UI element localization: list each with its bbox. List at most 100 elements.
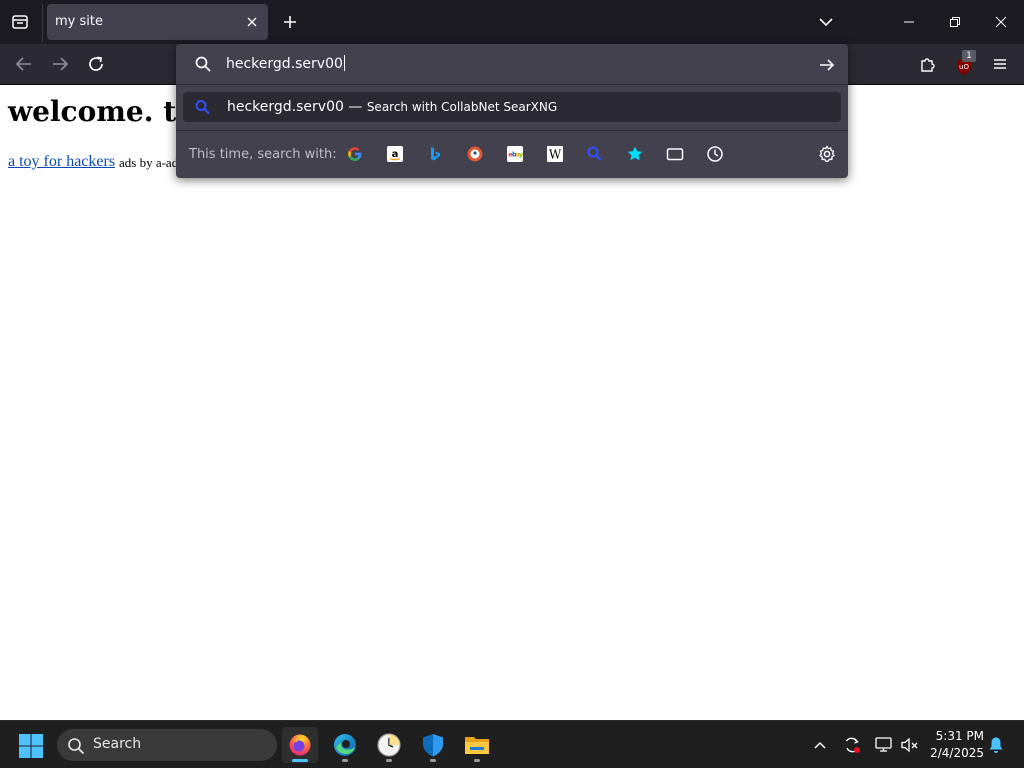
- suggestion-separator: —: [348, 99, 363, 115]
- web-page-content: welcome. thi a toy for hackers ads by a-…: [0, 85, 1024, 720]
- search-icon: [195, 56, 211, 72]
- running-indicator: [342, 759, 348, 762]
- taskbar-app-file-explorer[interactable]: [459, 727, 495, 763]
- go-button[interactable]: [816, 54, 838, 76]
- puzzle-piece-icon: [921, 58, 935, 72]
- engine-google-button[interactable]: [344, 144, 366, 164]
- clock-date[interactable]: 2/4/2025: [926, 746, 984, 760]
- toy-for-hackers-link[interactable]: a toy for hackers: [8, 153, 115, 171]
- engine-searxng-button[interactable]: [584, 144, 606, 164]
- svg-text:uO: uO: [959, 63, 969, 71]
- taskbar-search-placeholder: Search: [93, 736, 142, 752]
- gear-icon: [819, 145, 835, 162]
- back-button[interactable]: [10, 50, 38, 78]
- amazon-icon: a: [387, 146, 403, 162]
- bookmarks-search-button[interactable]: [624, 144, 646, 164]
- running-indicator: [386, 759, 392, 762]
- show-hidden-icons-button[interactable]: [810, 735, 830, 755]
- history-search-button[interactable]: [704, 144, 726, 164]
- chevron-up-icon: [814, 741, 826, 749]
- taskbar-app-defender[interactable]: [415, 727, 451, 763]
- start-button[interactable]: [18, 733, 44, 759]
- tab-strip: my site: [0, 0, 1024, 44]
- tab-close-button[interactable]: [243, 13, 261, 31]
- engine-bing-button[interactable]: [424, 144, 446, 164]
- star-icon: [627, 146, 643, 161]
- sync-tray-button[interactable]: [842, 735, 862, 755]
- search-suggestion-row[interactable]: heckergd.serv00 — Search with CollabNet …: [183, 92, 841, 122]
- list-all-tabs-button[interactable]: [814, 10, 838, 34]
- sync-icon: [845, 737, 860, 753]
- network-tray-button[interactable]: [874, 735, 894, 755]
- taskbar-app-firefox[interactable]: [282, 727, 318, 763]
- taskbar-app-clock[interactable]: [371, 727, 407, 763]
- extensions-button[interactable]: [914, 50, 942, 78]
- volume-tray-button[interactable]: [900, 735, 920, 755]
- taskbar-search-box[interactable]: Search: [57, 729, 277, 761]
- engine-duckduckgo-button[interactable]: [464, 144, 486, 164]
- go-arrow-icon: [820, 59, 835, 71]
- minimize-button[interactable]: [886, 6, 932, 38]
- extension-badge: 1: [962, 50, 976, 62]
- firefox-icon: [289, 734, 311, 756]
- engine-amazon-button[interactable]: a: [384, 144, 406, 164]
- engine-ebay-button[interactable]: e b a y: [504, 144, 526, 164]
- duckduckgo-icon: [467, 146, 483, 162]
- close-icon: [247, 17, 257, 27]
- tab-my-site[interactable]: my site: [47, 4, 268, 40]
- notifications-button[interactable]: [986, 735, 1006, 755]
- new-tab-button[interactable]: [278, 10, 302, 34]
- svg-text:W: W: [549, 148, 562, 162]
- text-caret: [343, 55, 345, 71]
- firefox-view-icon: [12, 15, 28, 29]
- taskbar-app-edge[interactable]: [327, 727, 363, 763]
- searxng-icon: [195, 100, 210, 115]
- restore-button[interactable]: [932, 6, 978, 38]
- restore-icon: [950, 17, 960, 27]
- history-icon: [707, 146, 723, 162]
- search-settings-button[interactable]: [816, 144, 838, 164]
- reload-icon: [89, 56, 103, 71]
- ads-text: ads by a-ad: [119, 155, 179, 170]
- bing-icon: [431, 147, 440, 161]
- clock-app-icon: [377, 733, 401, 757]
- defender-icon: [423, 734, 443, 757]
- searxng-icon: [587, 146, 602, 161]
- address-input[interactable]: heckergd.serv00: [226, 55, 345, 72]
- urlbar-input-row[interactable]: heckergd.serv00: [176, 44, 848, 84]
- tabs-icon: [666, 148, 684, 161]
- tab-separator: [42, 4, 43, 42]
- running-indicator: [430, 759, 436, 762]
- firefox-view-button[interactable]: [6, 8, 34, 36]
- volume-muted-icon: [901, 737, 918, 753]
- running-indicator: [474, 759, 480, 762]
- urlbar-dropdown: heckergd.serv00 heckergd.serv00 — Search…: [176, 44, 848, 178]
- engine-wikipedia-button[interactable]: W: [544, 144, 566, 164]
- forward-arrow-icon: [53, 57, 69, 71]
- windows-logo-icon: [19, 734, 43, 758]
- plus-icon: [284, 16, 296, 28]
- tab-title: my site: [55, 14, 103, 29]
- search-icon: [68, 738, 85, 755]
- ebay-icon: e b a y: [507, 146, 524, 162]
- tabs-search-button[interactable]: [664, 144, 686, 164]
- chevron-down-icon: [819, 18, 833, 27]
- app-menu-button[interactable]: [986, 50, 1014, 78]
- wikipedia-icon: W: [547, 146, 563, 162]
- running-indicator: [292, 759, 308, 762]
- reload-button[interactable]: [82, 50, 110, 78]
- bell-icon: [989, 737, 1003, 753]
- forward-button[interactable]: [46, 50, 74, 78]
- back-arrow-icon: [15, 57, 31, 71]
- suggestion-query: heckergd.serv00: [227, 99, 344, 115]
- close-icon: [995, 16, 1007, 28]
- search-with-label: This time, search with:: [189, 147, 337, 162]
- clock-time[interactable]: 5:31 PM: [930, 729, 984, 743]
- suggestion-action: Search with CollabNet SearXNG: [366, 100, 558, 114]
- svg-text:a: a: [392, 149, 399, 160]
- suggestion-text: heckergd.serv00 — Search with CollabNet …: [227, 99, 557, 115]
- hamburger-menu-icon: [994, 59, 1006, 69]
- urlbar-divider: [176, 84, 848, 85]
- close-window-button[interactable]: [978, 6, 1024, 38]
- minimize-icon: [904, 21, 914, 23]
